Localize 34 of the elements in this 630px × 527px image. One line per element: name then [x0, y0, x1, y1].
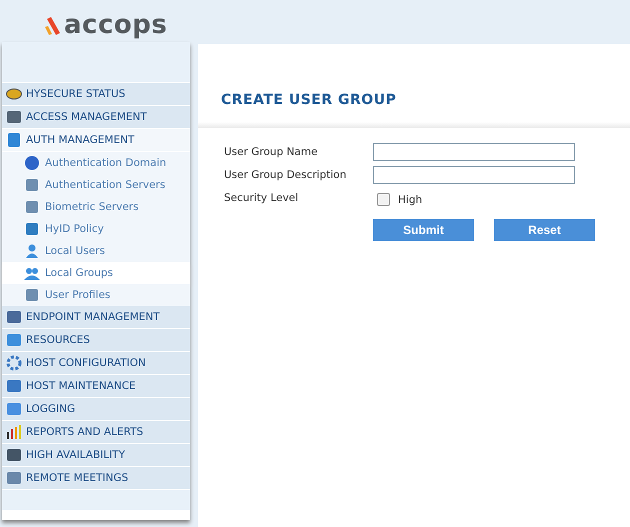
menu-item[interactable]: ENDPOINT MANAGEMENT	[2, 306, 190, 329]
menu-item[interactable]: HOST MAINTENANCE	[2, 375, 190, 398]
menu-item[interactable]: HOST CONFIGURATION	[2, 352, 190, 375]
submenu-item[interactable]: Local Groups	[2, 262, 190, 284]
bar-chart-icon	[6, 424, 22, 440]
checkbox[interactable]	[377, 193, 390, 206]
gear-icon	[6, 355, 22, 371]
menu-item[interactable]: RESOURCES	[2, 329, 190, 352]
users-icon	[24, 265, 40, 281]
checkbox-label: High	[398, 194, 422, 206]
field-label: User Group Name	[224, 146, 319, 158]
submenu-item[interactable]: Biometric Servers	[2, 196, 190, 218]
submenu-item[interactable]: HyID Policy	[2, 218, 190, 240]
input-field[interactable]	[373, 142, 575, 160]
menu-item[interactable]: LOGGING	[2, 398, 190, 421]
input-field[interactable]	[373, 166, 575, 184]
field-label: Security Level	[224, 192, 300, 204]
submenu-item[interactable]: Authentication Domain	[2, 152, 190, 174]
submenu-item[interactable]: Local Users	[2, 240, 190, 262]
logo-icon	[45, 15, 61, 35]
status-icon	[6, 86, 22, 102]
globe-icon	[24, 155, 40, 171]
logo-text: accops	[64, 10, 168, 40]
user-icon	[24, 243, 40, 259]
submenu-item[interactable]: User Profiles	[2, 284, 190, 306]
field-label: User Group Description	[224, 168, 348, 180]
menu-item[interactable]: HIGH AVAILABILITY	[2, 444, 190, 467]
submenu-item[interactable]: Authentication Servers	[2, 174, 190, 196]
menu-item[interactable]: HYSECURE STATUS	[2, 83, 190, 106]
menu-item[interactable]: REMOTE MEETINGS	[2, 467, 190, 490]
menu-item[interactable]: REPORTS AND ALERTS	[2, 421, 190, 444]
menu-item[interactable]: AUTH MANAGEMENT	[2, 129, 190, 152]
page-title: CREATE USER GROUP	[221, 92, 398, 108]
menu-item[interactable]: ACCESS MANAGEMENT	[2, 106, 190, 129]
